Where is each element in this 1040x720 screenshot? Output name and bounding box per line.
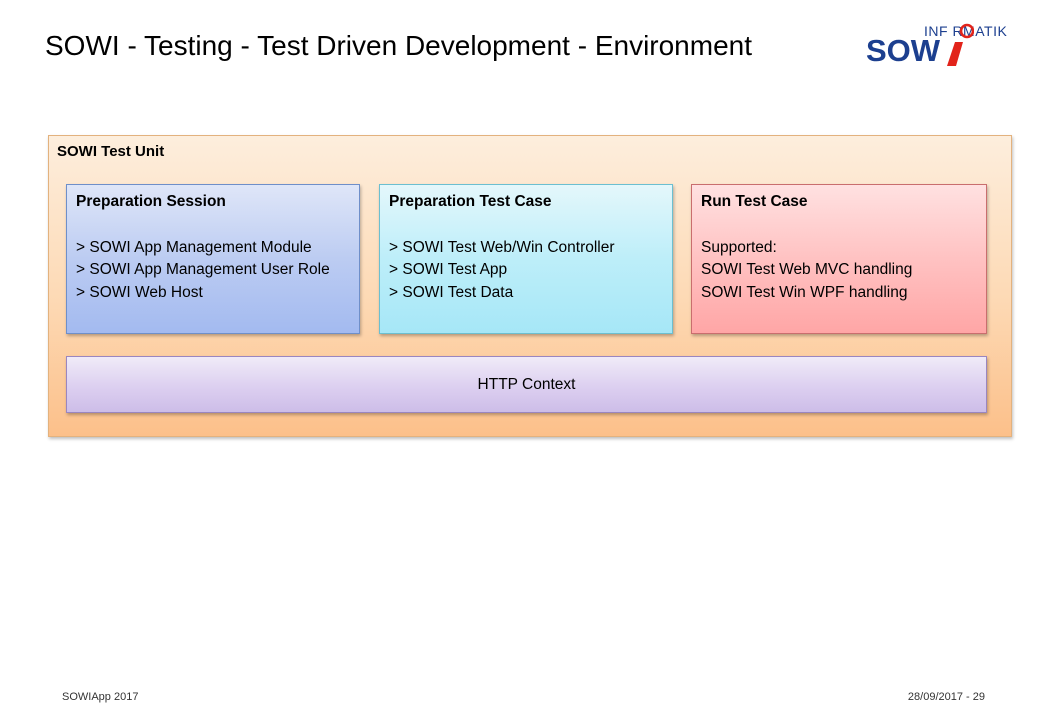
logo-sow-text: SOW bbox=[866, 33, 941, 68]
card-line: SOWI Test Win WPF handling bbox=[701, 283, 908, 301]
card-line: > SOWI Test Web/Win Controller bbox=[389, 238, 615, 256]
card-line: > SOWI App Management User Role bbox=[76, 261, 330, 278]
sowi-logo: INF RMATIK SOW bbox=[866, 20, 1034, 70]
card-preparation-session: Preparation Session > SOWI App Managemen… bbox=[66, 184, 360, 334]
card-line: > SOWI Web Host bbox=[76, 283, 203, 301]
card-title: Run Test Case bbox=[701, 193, 808, 210]
card-line: SOWI Test Web MVC handling bbox=[701, 261, 913, 278]
card-title: Preparation Session bbox=[76, 193, 226, 210]
card-line: > SOWI Test App bbox=[389, 261, 508, 278]
card-line: > SOWI Test Data bbox=[389, 283, 514, 301]
card-run-test-case: Run Test Case Supported: SOWI Test Web M… bbox=[691, 184, 987, 334]
card-title: Preparation Test Case bbox=[389, 193, 552, 210]
card-preparation-test-case: Preparation Test Case > SOWI Test Web/Wi… bbox=[379, 184, 673, 334]
test-unit-label: SOWI Test Unit bbox=[57, 143, 165, 160]
slide-title: SOWI - Testing - Test Driven Development… bbox=[45, 30, 752, 61]
http-context-label: HTTP Context bbox=[477, 375, 576, 393]
footer-left-text: SOWIApp 2017 bbox=[62, 691, 139, 703]
logo-i-icon bbox=[947, 23, 974, 66]
footer-right-text: 28/09/2017 - 29 bbox=[907, 691, 985, 703]
http-context-bar: HTTP Context bbox=[66, 356, 987, 413]
test-unit-box: SOWI Test Unit Preparation Session > SOW… bbox=[48, 135, 1012, 437]
card-line: Supported: bbox=[701, 238, 777, 256]
card-line: > SOWI App Management Module bbox=[76, 238, 312, 256]
